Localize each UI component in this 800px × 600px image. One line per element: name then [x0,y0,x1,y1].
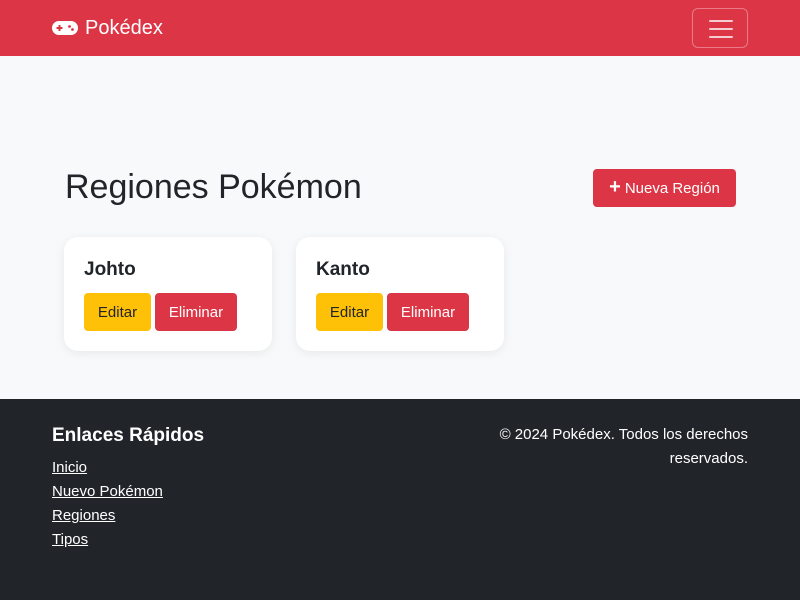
new-region-label: Nueva Región [624,179,720,197]
footer-link-tipos[interactable]: Tipos [52,531,88,548]
delete-button[interactable]: Eliminar [155,293,237,331]
navbar-toggler-button[interactable] [692,8,748,48]
region-card-johto: Johto Editar Eliminar [64,237,272,351]
region-name: Kanto [316,259,370,280]
plus-icon: + [609,176,621,198]
menu-icon [709,20,733,22]
new-region-button[interactable]: + Nueva Región [593,169,736,207]
quick-links-list: Inicio Nuevo Pokémon Regiones Tipos [52,457,163,553]
copyright-text: © 2024 Pokédex. Todos los derechos reser… [468,423,748,471]
navbar: Pokédex [0,0,800,56]
brand-label: Pokédex [85,17,163,39]
copyright-line-2: reservados. [669,450,748,467]
gamepad-icon [52,21,78,35]
footer: Enlaces Rápidos Inicio Nuevo Pokémon Reg… [0,399,800,600]
footer-link-inicio[interactable]: Inicio [52,459,87,476]
page-title: Regiones Pokémon [65,168,362,206]
edit-button[interactable]: Editar [84,293,151,331]
region-card-kanto: Kanto Editar Eliminar [296,237,504,351]
brand-link[interactable]: Pokédex [52,16,163,40]
edit-button[interactable]: Editar [316,293,383,331]
delete-button[interactable]: Eliminar [387,293,469,331]
region-name: Johto [84,259,136,280]
footer-heading: Enlaces Rápidos [52,425,205,446]
copyright-line-1: © 2024 Pokédex. Todos los derechos [499,426,748,443]
footer-link-regiones[interactable]: Regiones [52,507,115,524]
footer-link-nuevo-pokemon[interactable]: Nuevo Pokémon [52,483,163,500]
